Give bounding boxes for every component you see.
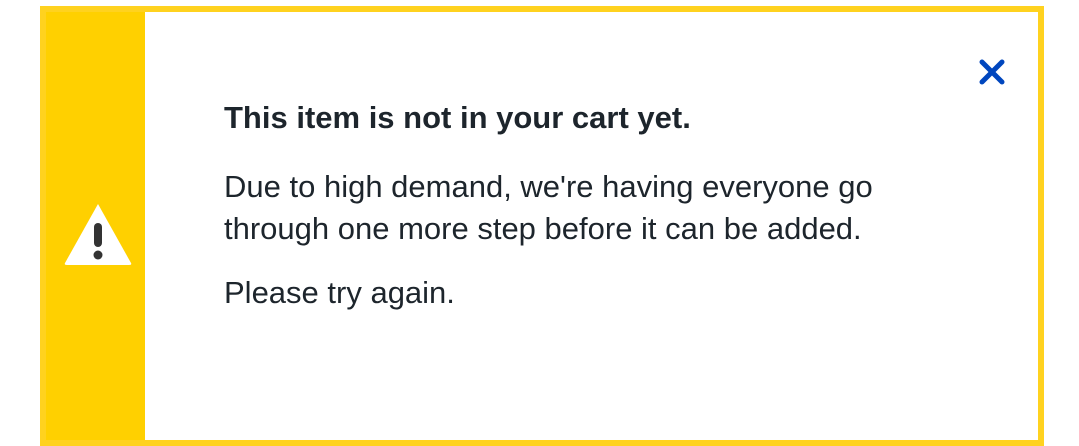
warning-icon (64, 204, 132, 265)
alert-message: Due to high demand, we're having everyon… (224, 169, 873, 246)
alert-rail (46, 12, 145, 440)
cart-alert-banner: This item is not in your cart yet. Due t… (40, 6, 1044, 446)
alert-title: This item is not in your cart yet. (224, 100, 691, 135)
close-icon (979, 59, 1005, 85)
alert-retry-message: Please try again. (224, 275, 455, 310)
close-button[interactable] (974, 54, 1010, 90)
alert-content: This item is not in your cart yet. Due t… (224, 98, 984, 314)
